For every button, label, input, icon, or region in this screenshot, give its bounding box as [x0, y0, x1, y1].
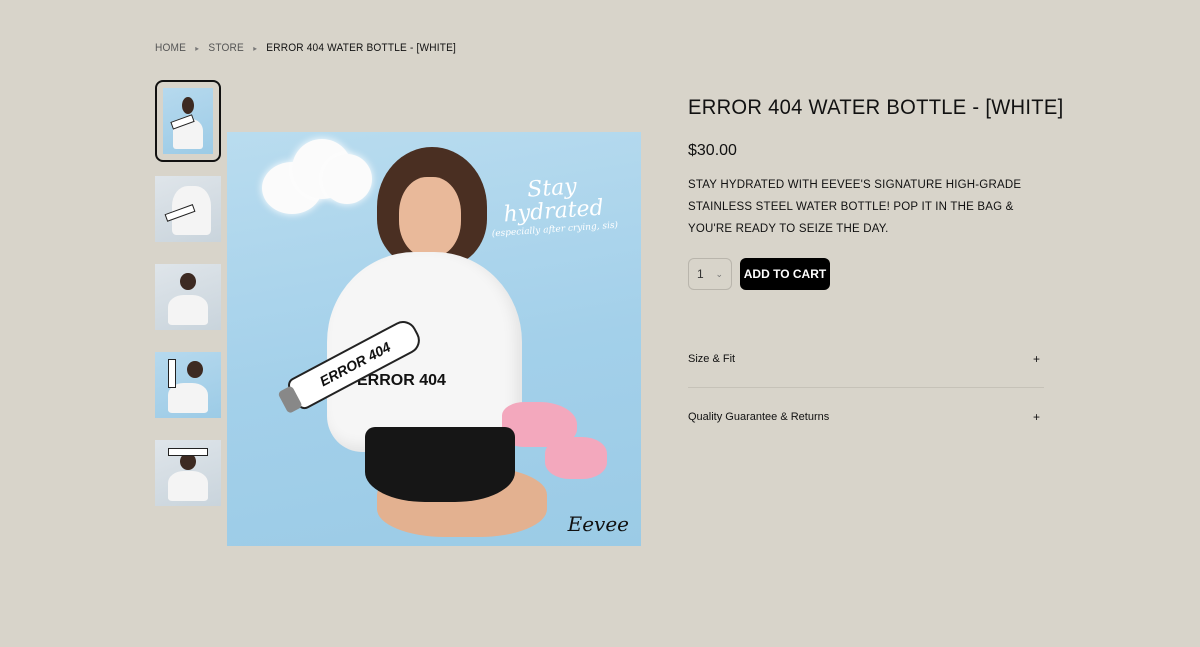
bottle-cap	[277, 385, 303, 414]
breadcrumb-home[interactable]: HOME	[155, 42, 186, 54]
thumbnail-figure	[180, 273, 196, 291]
product-description: STAY HYDRATED WITH EEVEE'S SIGNATURE HIG…	[688, 179, 1022, 235]
model-face	[399, 177, 461, 257]
thumbnail-1[interactable]	[155, 80, 221, 162]
thumbnail-figure	[186, 361, 203, 379]
accordion-size-fit[interactable]: Size & Fit +	[688, 330, 1044, 388]
accordion-label: Size & Fit	[688, 352, 736, 365]
thumbnail-5[interactable]	[155, 440, 221, 506]
thumbnail-2[interactable]	[155, 176, 221, 242]
plus-icon: +	[1032, 351, 1040, 366]
plus-icon: +	[1032, 410, 1040, 424]
breadcrumb-separator-icon: ▸	[253, 43, 258, 53]
main-product-image[interactable]: ERROR 404 ERROR 404 Stay hydrated (espec…	[227, 132, 641, 546]
accordion-label: Quality Guarantee & Returns	[688, 411, 830, 423]
thumbnail-bottle	[168, 447, 208, 456]
thumbnail-figure	[182, 97, 194, 115]
signature: Eevee	[567, 512, 629, 536]
product-title: ERROR 404 WATER BOTTLE - [WHITE]	[688, 96, 1064, 119]
thumbnail-image	[163, 88, 213, 154]
quantity-select[interactable]: 1 ⌄	[688, 258, 732, 290]
stay-hydrated-script: Stay hydrated (especially after crying, …	[489, 173, 619, 240]
thumbnail-4[interactable]	[155, 352, 221, 418]
cloud-graphic	[262, 134, 372, 219]
product-price: $30.00	[688, 142, 737, 159]
quantity-value: 1	[697, 267, 704, 281]
add-to-cart-button[interactable]: ADD TO CART	[740, 258, 830, 290]
product-accordion: Size & Fit + Quality Guarantee & Returns…	[688, 330, 1044, 446]
breadcrumb-current: ERROR 404 WATER BOTTLE - [WHITE]	[266, 42, 457, 54]
pink-boot	[545, 437, 607, 479]
breadcrumb: HOME ▸ STORE ▸ ERROR 404 WATER BOTTLE - …	[155, 42, 456, 54]
thumbnail-list	[155, 80, 221, 528]
breadcrumb-separator-icon: ▸	[195, 43, 200, 53]
thumbnail-3[interactable]	[155, 264, 221, 330]
breadcrumb-store[interactable]: STORE	[208, 42, 244, 54]
purchase-row: 1 ⌄ ADD TO CART	[688, 258, 1048, 290]
model-skirt	[365, 427, 515, 502]
thumbnail-figure	[168, 295, 208, 325]
thumbnail-figure	[168, 471, 208, 501]
chevron-down-icon: ⌄	[715, 268, 723, 279]
accordion-quality-returns[interactable]: Quality Guarantee & Returns +	[688, 388, 1044, 446]
product-info: ERROR 404 WATER BOTTLE - [WHITE] $30.00 …	[688, 96, 1064, 290]
thumbnail-bottle	[168, 358, 177, 389]
